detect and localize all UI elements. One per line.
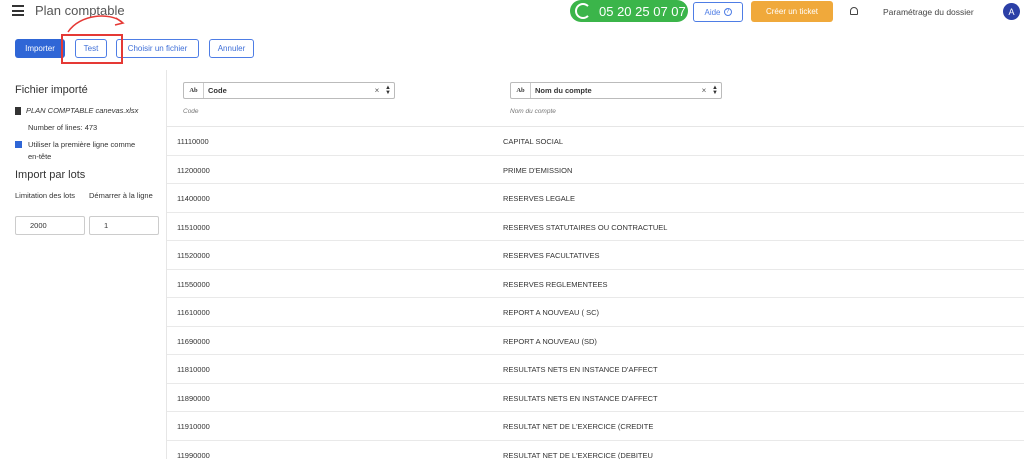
table-row[interactable]: 11890000 RESULTATS NETS EN INSTANCE D'AFF…	[167, 384, 1024, 412]
cell-account-name: RESULTATS NETS EN INSTANCE D'AFFECT	[503, 393, 658, 403]
batch-limit-input[interactable]: 2000	[15, 216, 85, 235]
table-row[interactable]: 11910000 RESULTAT NET DE L'EXERCICE (CRED…	[167, 412, 1024, 441]
code-column-hint: Code	[183, 108, 199, 115]
batch-import-heading: Import par lots	[15, 169, 86, 181]
account-name-column-hint: Nom du compte	[510, 108, 556, 115]
table-row[interactable]: 11400000 RESERVES LEGALE	[167, 184, 1024, 213]
file-icon	[15, 106, 21, 115]
start-line-label: Démarrer à la ligne	[89, 191, 153, 200]
cell-account-name: CAPITAL SOCIAL	[503, 137, 564, 146]
import-button[interactable]: Importer	[15, 39, 65, 58]
help-label: Aide	[704, 7, 721, 17]
line-count: Number of lines: 473	[28, 123, 98, 132]
cell-code: 11990000	[177, 450, 210, 459]
table-row[interactable]: 11520000 RESERVES FACULTATIVES	[167, 241, 1024, 270]
cell-code: 11690000	[177, 336, 210, 346]
help-button[interactable]: Aide ?	[693, 2, 743, 22]
batch-limit-label: Limitation des lots	[15, 191, 76, 200]
cell-code: 11610000	[177, 308, 210, 317]
avatar[interactable]: A	[1003, 3, 1020, 20]
create-ticket-button[interactable]: Créer un ticket	[751, 1, 833, 22]
table-row[interactable]: 11110000 CAPITAL SOCIAL	[167, 127, 1024, 156]
code-column-mapping[interactable]: Ab Code × ▲ ▼	[183, 82, 395, 99]
bell-icon[interactable]	[850, 7, 858, 15]
table-row[interactable]: 11810000 RESULTATS NETS EN INSTANCE D'AFF…	[167, 355, 1024, 384]
chevron-updown-icon[interactable]: ▲ ▼	[709, 85, 721, 96]
first-row-header-label: Utiliser la première ligne comme en-tête	[28, 140, 136, 161]
table-body: 11110000 CAPITAL SOCIAL 11200000 PRIME D'EM…	[167, 127, 1024, 459]
cancel-button[interactable]: Annuler	[209, 39, 254, 58]
cell-account-name: RESERVES FACULTATIVES	[503, 251, 600, 260]
cell-account-name: REPORT A NOUVEAU (SD)	[503, 336, 597, 346]
table-row[interactable]: 11690000 REPORT A NOUVEAU (SD)	[167, 327, 1024, 355]
choose-file-button[interactable]: Choisir un fichier	[116, 39, 199, 58]
hamburger-menu-icon[interactable]	[12, 5, 24, 16]
cell-code: 11910000	[177, 422, 210, 431]
text-type-icon: Ab	[511, 83, 531, 98]
account-name-mapping-value: Nom du compte	[535, 86, 592, 95]
top-bar: Plan comptable 05 20 25 07 07 Aide ? Cré…	[0, 0, 1024, 24]
first-row-header-checkbox[interactable]	[15, 141, 22, 148]
cell-account-name: RESERVES LEGALE	[503, 194, 575, 203]
cell-code: 11890000	[177, 393, 210, 403]
table-row[interactable]: 11990000 RESULTAT NET DE L'EXERCICE (DEBI…	[167, 441, 1024, 459]
table-row[interactable]: 11550000 RESERVES REGLEMENTEES	[167, 270, 1024, 298]
imported-file-heading: Fichier importé	[15, 84, 88, 96]
code-mapping-value: Code	[208, 86, 227, 95]
cell-code: 11200000	[177, 165, 210, 175]
cell-account-name: RESULTAT NET DE L'EXERCICE (CREDITE	[503, 422, 654, 431]
cell-code: 11810000	[177, 365, 210, 374]
chevron-updown-icon[interactable]: ▲ ▼	[382, 85, 394, 96]
cell-account-name: REPORT A NOUVEAU ( SC)	[503, 308, 599, 317]
table-row[interactable]: 11610000 REPORT A NOUVEAU ( SC)	[167, 298, 1024, 327]
cell-account-name: RESULTATS NETS EN INSTANCE D'AFFECT	[503, 365, 658, 374]
clear-icon[interactable]: ×	[699, 86, 709, 95]
text-type-icon: Ab	[184, 83, 204, 98]
clear-icon[interactable]: ×	[372, 86, 382, 95]
first-row-header-option[interactable]: Utiliser la première ligne comme en-tête	[15, 139, 138, 163]
imported-file: PLAN COMPTABLE canevas.xlsx	[15, 106, 138, 115]
headset-icon	[575, 3, 591, 19]
import-sidebar: Fichier importé PLAN COMPTABLE canevas.x…	[0, 70, 167, 459]
folder-settings-link[interactable]: Paramétrage du dossier	[883, 7, 974, 17]
cell-account-name: RESERVES STATUTAIRES OU CONTRACTUEL	[503, 222, 668, 232]
phone-number: 05 20 25 07 07	[599, 3, 686, 19]
file-name: PLAN COMPTABLE canevas.xlsx	[26, 106, 139, 115]
phone-support-button[interactable]: 05 20 25 07 07	[570, 0, 688, 22]
table-row[interactable]: 11510000 RESERVES STATUTAIRES OU CONTRACT…	[167, 213, 1024, 241]
cell-account-name: RESULTAT NET DE L'EXERCICE (DEBITEU	[503, 450, 653, 459]
cell-account-name: RESERVES REGLEMENTEES	[503, 279, 608, 289]
preview-table: Ab Code × ▲ ▼ Ab Nom du compte × ▲ ▼ Code …	[167, 70, 1024, 459]
cell-code: 11550000	[177, 279, 210, 289]
start-line-input[interactable]: 1	[89, 216, 159, 235]
account-name-column-mapping[interactable]: Ab Nom du compte × ▲ ▼	[510, 82, 722, 99]
table-row[interactable]: 11200000 PRIME D'EMISSION	[167, 156, 1024, 184]
cell-code: 11520000	[177, 251, 210, 260]
annotation-highlight-box	[61, 34, 123, 64]
cell-code: 11110000	[177, 137, 209, 146]
question-icon: ?	[723, 8, 732, 16]
cell-account-name: PRIME D'EMISSION	[503, 165, 573, 175]
cell-code: 11510000	[177, 222, 210, 232]
cell-code: 11400000	[177, 194, 210, 203]
